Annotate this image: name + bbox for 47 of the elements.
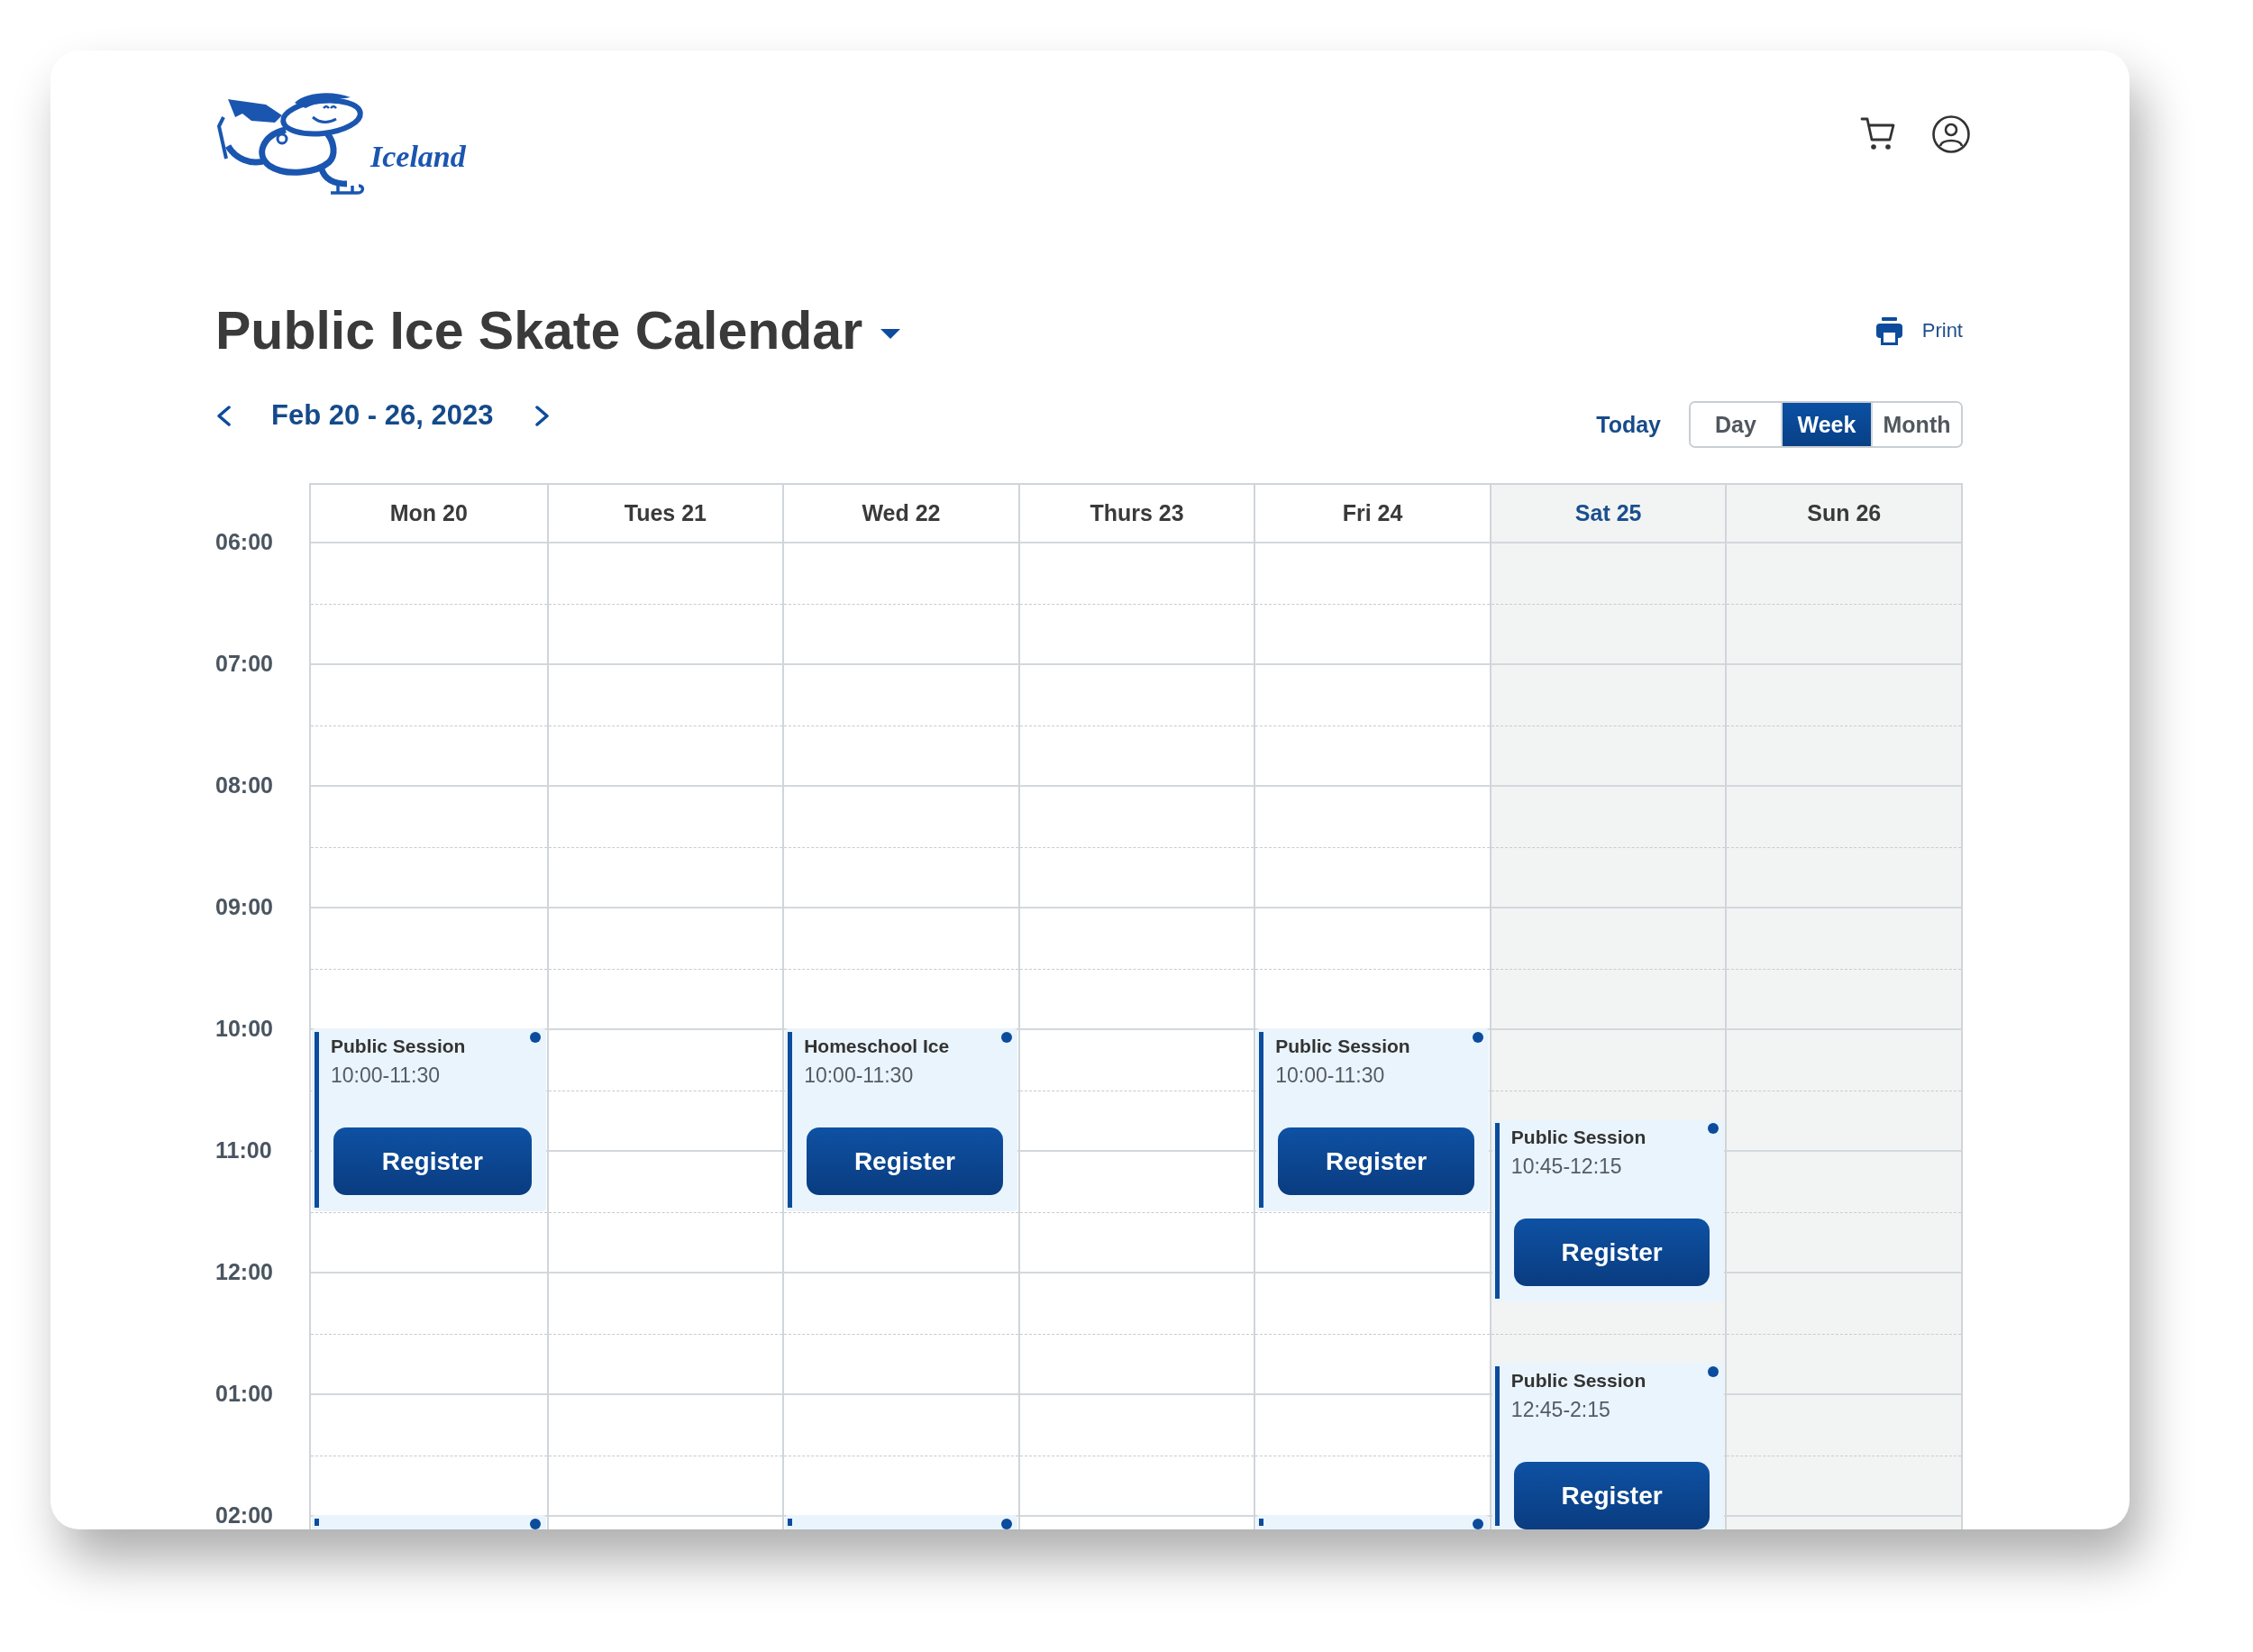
cart-icon[interactable] xyxy=(1860,115,1896,151)
event-time: 10:00-11:30 xyxy=(331,1063,442,1089)
status-dot-icon xyxy=(1000,1032,1012,1043)
event-time: 10:00-11:30 xyxy=(1275,1063,1386,1089)
event-time: 12:45-2:15 xyxy=(1510,1397,1611,1424)
caret-down-icon[interactable] xyxy=(880,328,901,339)
status-dot-icon xyxy=(1472,1519,1483,1529)
time-label: 11:00 xyxy=(215,1136,273,1164)
view-tab[interactable]: Month xyxy=(1871,403,1961,446)
status-dot-icon xyxy=(1472,1032,1483,1043)
event-title: Public Session xyxy=(1510,1369,1647,1393)
event-title: Public Session xyxy=(331,1035,467,1058)
day-header: Sat 25 xyxy=(1491,485,1726,542)
register-button[interactable]: Register xyxy=(1513,1462,1710,1529)
register-button[interactable]: Register xyxy=(333,1127,532,1195)
print-button[interactable]: Print xyxy=(1875,316,1963,345)
time-label: 08:00 xyxy=(215,771,274,799)
page-title: Public Ice Skate Calendar xyxy=(215,300,863,362)
event-time: 10:45-12:15 xyxy=(1510,1154,1623,1181)
event-title: Public Session xyxy=(1275,1035,1411,1058)
status-dot-icon xyxy=(1708,1123,1719,1135)
event-time: 10:00-11:30 xyxy=(804,1063,915,1089)
register-button[interactable]: Register xyxy=(1513,1218,1710,1287)
time-label: 06:00 xyxy=(215,528,274,555)
status-dot-icon xyxy=(1708,1366,1719,1378)
register-button[interactable]: Register xyxy=(807,1127,1003,1195)
event-title: Public Session xyxy=(1510,1126,1647,1150)
logo-text: Iceland xyxy=(370,141,466,173)
event-title: Homeschool Ice xyxy=(804,1035,951,1058)
date-range: Feb 20 - 26, 2023 xyxy=(271,399,494,432)
register-button[interactable]: Register xyxy=(1278,1127,1474,1195)
view-tab[interactable]: Week xyxy=(1781,403,1871,446)
today-button[interactable]: Today xyxy=(1596,411,1661,438)
time-label: 12:00 xyxy=(215,1258,274,1285)
time-label: 07:00 xyxy=(215,650,274,677)
chevron-left-icon[interactable] xyxy=(215,405,233,426)
user-icon[interactable] xyxy=(1932,115,1970,153)
status-dot-icon xyxy=(529,1519,541,1529)
day-header: Sun 26 xyxy=(1727,485,1961,542)
time-label: 01:00 xyxy=(215,1380,274,1407)
time-label: 02:00 xyxy=(215,1501,274,1529)
status-dot-icon xyxy=(1000,1519,1012,1529)
time-label: 09:00 xyxy=(215,893,274,920)
chevron-right-icon[interactable] xyxy=(534,405,552,426)
status-dot-icon xyxy=(529,1032,541,1043)
printer-icon xyxy=(1875,316,1902,345)
time-label: 10:00 xyxy=(215,1015,274,1042)
